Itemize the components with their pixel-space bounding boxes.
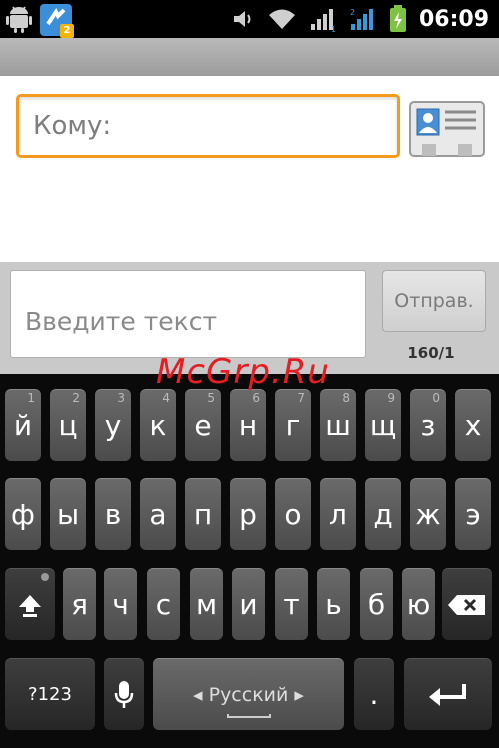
enter-icon [429, 683, 466, 706]
key-row1-7[interactable]: ш8 [320, 389, 356, 461]
space-key[interactable]: ◂ Русский ▸ [153, 658, 344, 730]
key-row1-9[interactable]: з0 [410, 389, 446, 461]
battery-icon [389, 5, 406, 32]
send-button[interactable]: Отправ. [382, 270, 486, 332]
wifi-icon [268, 9, 295, 29]
symbols-key[interactable]: ?123 [5, 658, 95, 730]
voice-input-key[interactable] [104, 658, 144, 730]
notification-badge: 2 [60, 24, 74, 38]
period-key[interactable]: . [354, 658, 394, 730]
compose-area: Кому: [0, 76, 499, 262]
key-row2-3[interactable]: а [140, 478, 176, 550]
shift-icon [19, 594, 41, 617]
key-row1-8[interactable]: щ9 [365, 389, 401, 461]
app-notification-icon: 2 [40, 4, 74, 38]
svg-text:2: 2 [350, 8, 355, 17]
svg-text:1: 1 [331, 25, 336, 32]
watermark: McGrp.Ru [156, 352, 330, 392]
message-input[interactable]: Введите текст [10, 270, 366, 358]
volume-icon [233, 11, 251, 27]
key-row1-6[interactable]: г7 [275, 389, 311, 461]
key-row3-1[interactable]: ч [104, 568, 137, 640]
title-strip [0, 38, 499, 76]
key-row1-3[interactable]: к4 [140, 389, 176, 461]
key-row2-1[interactable]: ы [50, 478, 86, 550]
message-placeholder: Введите текст [25, 307, 218, 336]
shift-indicator-icon [41, 573, 49, 581]
key-row2-8[interactable]: д [365, 478, 401, 550]
key-row3-5[interactable]: т [275, 568, 308, 640]
key-row1-2[interactable]: у3 [95, 389, 131, 461]
space-language-label: ◂ Русский ▸ [193, 683, 304, 706]
key-row1-4[interactable]: е5 [185, 389, 221, 461]
status-bar: 2 1 2 06:09 [0, 0, 499, 38]
key-row3-3[interactable]: м [190, 568, 223, 640]
android-debug-icon [6, 6, 32, 33]
key-row3-2[interactable]: с [147, 568, 180, 640]
contact-picker-icon[interactable] [408, 100, 486, 160]
shift-key[interactable] [5, 568, 55, 640]
key-row3-8[interactable]: ю [402, 568, 435, 640]
recipient-input[interactable]: Кому: [16, 94, 400, 158]
key-row2-0[interactable]: ф [5, 478, 41, 550]
enter-key[interactable] [404, 658, 492, 730]
key-row3-0[interactable]: я [63, 568, 96, 640]
character-counter: 160/1 [407, 344, 455, 362]
key-row2-10[interactable]: э [455, 478, 491, 550]
key-row1-5[interactable]: н6 [230, 389, 266, 461]
backspace-icon [448, 594, 485, 615]
keyboard: й1 ц2 у3 к4 е5 н6 г7 ш8 щ9 з0 х ф ы в а … [0, 374, 499, 748]
key-row2-7[interactable]: л [320, 478, 356, 550]
signal-sim1-icon: 1 [310, 9, 336, 32]
space-underline-icon [226, 714, 271, 718]
key-row2-4[interactable]: п [185, 478, 221, 550]
signal-sim2-icon: 2 [350, 8, 373, 30]
key-row2-2[interactable]: в [95, 478, 131, 550]
key-row1-10[interactable]: х [455, 389, 491, 461]
recipient-placeholder: Кому: [33, 111, 112, 141]
key-row2-6[interactable]: о [275, 478, 311, 550]
key-row1-0[interactable]: й1 [5, 389, 41, 461]
key-row1-1[interactable]: ц2 [50, 389, 86, 461]
key-row2-9[interactable]: ж [410, 478, 446, 550]
status-clock: 06:09 [418, 6, 489, 32]
key-row3-7[interactable]: б [360, 568, 393, 640]
backspace-key[interactable] [442, 568, 492, 640]
key-row3-6[interactable]: ь [317, 568, 350, 640]
key-row3-4[interactable]: и [232, 568, 265, 640]
microphone-icon [114, 680, 134, 708]
key-row2-5[interactable]: р [230, 478, 266, 550]
